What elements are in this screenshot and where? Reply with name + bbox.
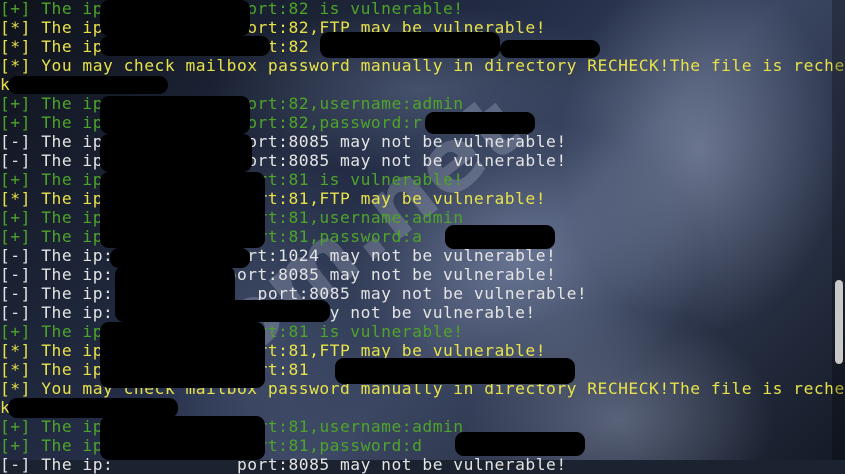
redaction-mark bbox=[100, 96, 250, 134]
redaction-mark bbox=[100, 416, 265, 460]
redaction-mark bbox=[335, 358, 575, 384]
redaction-mark bbox=[425, 112, 535, 134]
redaction-mark bbox=[110, 248, 250, 268]
log-line: [*] You may check mailbox password manua… bbox=[0, 56, 845, 75]
redaction-mark bbox=[455, 432, 585, 456]
redaction-mark bbox=[180, 300, 330, 322]
redaction-mark bbox=[100, 134, 252, 172]
redaction-mark bbox=[8, 76, 168, 94]
redaction-mark bbox=[445, 225, 555, 249]
terminal-output[interactable]: [+] The ip: port:82 is vulnerable! [*] T… bbox=[0, 0, 845, 474]
log-line: [*] The ip: port:81,FTP may be vulnerabl… bbox=[0, 189, 547, 208]
redaction-mark bbox=[100, 36, 270, 56]
redaction-mark bbox=[8, 398, 178, 418]
redaction-mark bbox=[100, 322, 265, 388]
redaction-mark bbox=[500, 40, 600, 58]
redaction-mark bbox=[100, 172, 265, 248]
scrollbar-thumb[interactable] bbox=[835, 280, 843, 364]
redaction-mark bbox=[320, 32, 500, 58]
terminal-scrollbar[interactable] bbox=[832, 0, 845, 460]
log-line: [-] The ip: port:8085 may not be vulnera… bbox=[0, 455, 567, 474]
log-line: [-] The ip: port:8085 may not be vulnera… bbox=[0, 265, 557, 284]
log-line: [-] The ip: port:8085 may not be vulnera… bbox=[0, 151, 567, 170]
log-line: [-] The ip: port:8085 may not be vulnera… bbox=[0, 132, 567, 151]
redaction-mark bbox=[100, 0, 250, 36]
